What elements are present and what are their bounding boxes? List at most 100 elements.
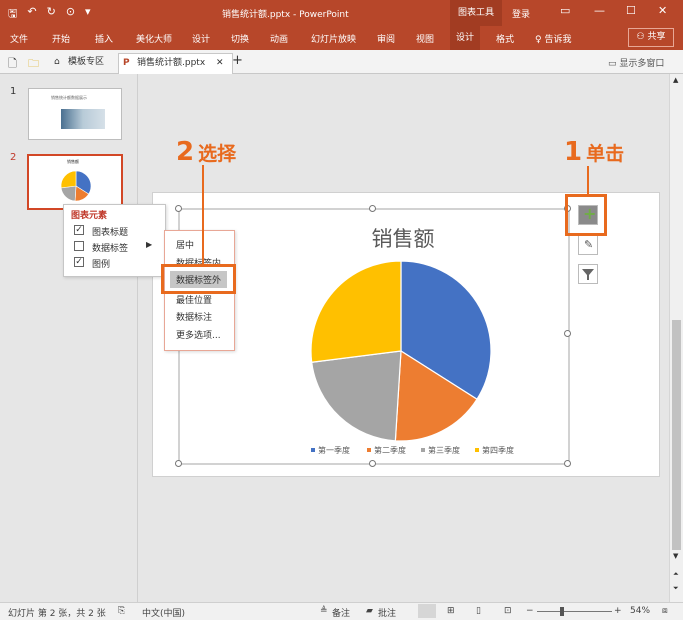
menu-best-fit[interactable]: 最佳位置 <box>176 293 212 306</box>
label-chart-title[interactable]: 图表标题 <box>92 225 128 238</box>
tab-beautify[interactable]: 美化大师 <box>136 32 172 45</box>
menu-data-callout[interactable]: 数据标注 <box>176 310 212 323</box>
tab-insert[interactable]: 插入 <box>95 32 113 45</box>
legend-marker <box>421 448 425 452</box>
resize-handle-tc[interactable] <box>369 205 376 212</box>
slideshow-icon[interactable]: ⊡ <box>504 606 512 616</box>
slide-thumbnail-2[interactable]: 销售额 <box>27 154 123 210</box>
chevron-right-icon[interactable]: ▶ <box>146 240 152 249</box>
chart-styles-button[interactable]: ✎ <box>578 235 598 255</box>
checkbox-chart-title[interactable]: ✓ <box>74 225 84 235</box>
zoom-out-icon[interactable]: − <box>526 606 534 616</box>
tab-transitions[interactable]: 切换 <box>231 32 249 45</box>
home-icon: ⌂ <box>54 57 60 67</box>
zoom-level[interactable]: 54% <box>630 606 650 616</box>
checkbox-legend[interactable]: ✓ <box>74 257 84 267</box>
slide-sorter-icon[interactable]: ⊞ <box>447 606 455 616</box>
fit-to-window-icon[interactable]: ⧈ <box>662 606 668 616</box>
window-title: 销售统计额.pptx - PowerPoint <box>222 10 349 20</box>
slide-number-1: 1 <box>10 86 17 97</box>
tab-view[interactable]: 视图 <box>416 32 434 45</box>
check-icon: ✓ <box>75 225 83 235</box>
quick-access-toolbar: 🖫 ↶ ↻ ⊙ ▾ <box>8 5 91 24</box>
folder-icon[interactable]: 🗀 <box>28 55 39 74</box>
redo-icon[interactable]: ↻ <box>47 5 56 24</box>
resize-handle-tl[interactable] <box>175 205 182 212</box>
tab-animations[interactable]: 动画 <box>270 32 288 45</box>
legend-label[interactable]: 第一季度 <box>318 445 350 455</box>
menu-center[interactable]: 居中 <box>176 238 194 251</box>
tab-file[interactable]: 文件 <box>10 32 28 45</box>
label-legend[interactable]: 图例 <box>92 257 110 270</box>
tab-home[interactable]: 开始 <box>52 32 70 45</box>
reading-view-icon[interactable]: ▯ <box>476 606 481 616</box>
pptx-icon: P <box>123 58 130 68</box>
scroll-thumb[interactable] <box>672 320 681 550</box>
pie-slice-3[interactable] <box>311 350 402 442</box>
tab-slideshow[interactable]: 幻灯片放映 <box>311 32 356 45</box>
thumb-pie-slice <box>60 170 77 189</box>
document-tab-bar: 🗋 🗀 ⌂ 模板专区 P 销售统计额.pptx ✕ + ▭ 显示多窗口 <box>0 50 683 74</box>
menu-more-options[interactable]: 更多选项... <box>176 328 221 341</box>
annotation-line-1 <box>587 166 589 196</box>
chart-filters-button[interactable] <box>578 264 598 284</box>
vertical-scrollbar[interactable]: ▲ ▼ ⏶ ⏷ <box>669 74 683 602</box>
check-icon: ✓ <box>75 257 83 267</box>
tab-review[interactable]: 审阅 <box>377 32 395 45</box>
chart-title[interactable]: 销售额 <box>372 227 435 251</box>
tab-design[interactable]: 设计 <box>192 32 210 45</box>
tell-me-box[interactable]: ♀ 告诉我 <box>535 32 571 45</box>
ribbon-display-button[interactable]: ▭ <box>560 4 570 17</box>
slide1-image <box>61 109 105 129</box>
scroll-up-icon[interactable]: ▲ <box>673 76 678 84</box>
scroll-down-icon[interactable]: ▼ <box>673 552 678 560</box>
login-link[interactable]: 登录 <box>512 7 530 20</box>
tab-template-zone[interactable]: ⌂ 模板专区 <box>52 54 104 70</box>
close-button[interactable]: ✕ <box>658 4 667 17</box>
spellcheck-icon[interactable]: ⎘ <box>118 606 125 616</box>
legend-label[interactable]: 第四季度 <box>482 445 514 455</box>
notes-icon: ≜ <box>320 606 328 616</box>
slide-number-2: 2 <box>10 152 17 163</box>
resize-handle-bl[interactable] <box>175 460 182 467</box>
close-tab-icon[interactable]: ✕ <box>216 58 224 68</box>
legend-label[interactable]: 第二季度 <box>374 445 406 455</box>
add-tab-icon[interactable]: + <box>232 53 243 68</box>
slide2-pie-thumbnail <box>60 170 92 202</box>
share-button[interactable]: ⚇ 共享 <box>628 28 674 47</box>
pie-slice-4[interactable] <box>310 260 402 363</box>
notes-button[interactable]: 备注 <box>332 606 350 619</box>
comments-button[interactable]: 批注 <box>378 606 396 619</box>
resize-handle-mr[interactable] <box>564 330 571 337</box>
customize-chevron-icon[interactable]: ▾ <box>85 5 91 24</box>
slide-counter: 幻灯片 第 2 张，共 2 张 <box>8 609 106 619</box>
label-data-labels[interactable]: 数据标签 <box>92 241 128 254</box>
next-slide-icon[interactable]: ⏷ <box>673 584 679 593</box>
maximize-button[interactable]: ☐ <box>626 4 636 17</box>
zoom-slider[interactable] <box>537 611 612 612</box>
show-multi-window-button[interactable]: ▭ 显示多窗口 <box>608 56 664 69</box>
language-indicator[interactable]: 中文(中国) <box>142 606 185 619</box>
zoom-in-icon[interactable]: + <box>614 606 622 616</box>
person-icon: ⚇ <box>636 32 648 42</box>
minimize-button[interactable]: — <box>594 4 605 17</box>
present-icon[interactable]: ⊙ <box>66 5 75 24</box>
chart-tools-tab: 图表工具 <box>450 0 502 26</box>
tab-chart-format[interactable]: 格式 <box>496 32 514 45</box>
thumb-pie-slice <box>60 185 77 202</box>
normal-view-icon[interactable] <box>418 604 436 618</box>
legend-label[interactable]: 第三季度 <box>428 445 460 455</box>
resize-handle-bc[interactable] <box>369 460 376 467</box>
status-bar: 幻灯片 第 2 张，共 2 张 ⎘ 中文(中国) ≜ 备注 ▰ 批注 ⊞ ▯ ⊡… <box>0 602 683 620</box>
checkbox-data-labels[interactable] <box>74 241 84 251</box>
save-icon[interactable]: 🖫 <box>8 5 17 24</box>
slide-thumbnail-1[interactable]: 销售统计额数据展示 <box>28 88 122 140</box>
zoom-slider-thumb[interactable] <box>560 607 564 616</box>
undo-icon[interactable]: ↶ <box>27 5 36 24</box>
resize-handle-br[interactable] <box>564 460 571 467</box>
new-doc-icon[interactable]: 🗋 <box>8 55 17 74</box>
ribbon-tabs: 文件 开始 插入 美化大师 设计 切换 动画 幻灯片放映 审阅 视图 设计 格式… <box>0 26 683 50</box>
tab-current-file[interactable]: P 销售统计额.pptx ✕ <box>118 53 233 74</box>
tab-chart-design[interactable]: 设计 <box>450 26 481 50</box>
prev-slide-icon[interactable]: ⏶ <box>673 570 679 579</box>
